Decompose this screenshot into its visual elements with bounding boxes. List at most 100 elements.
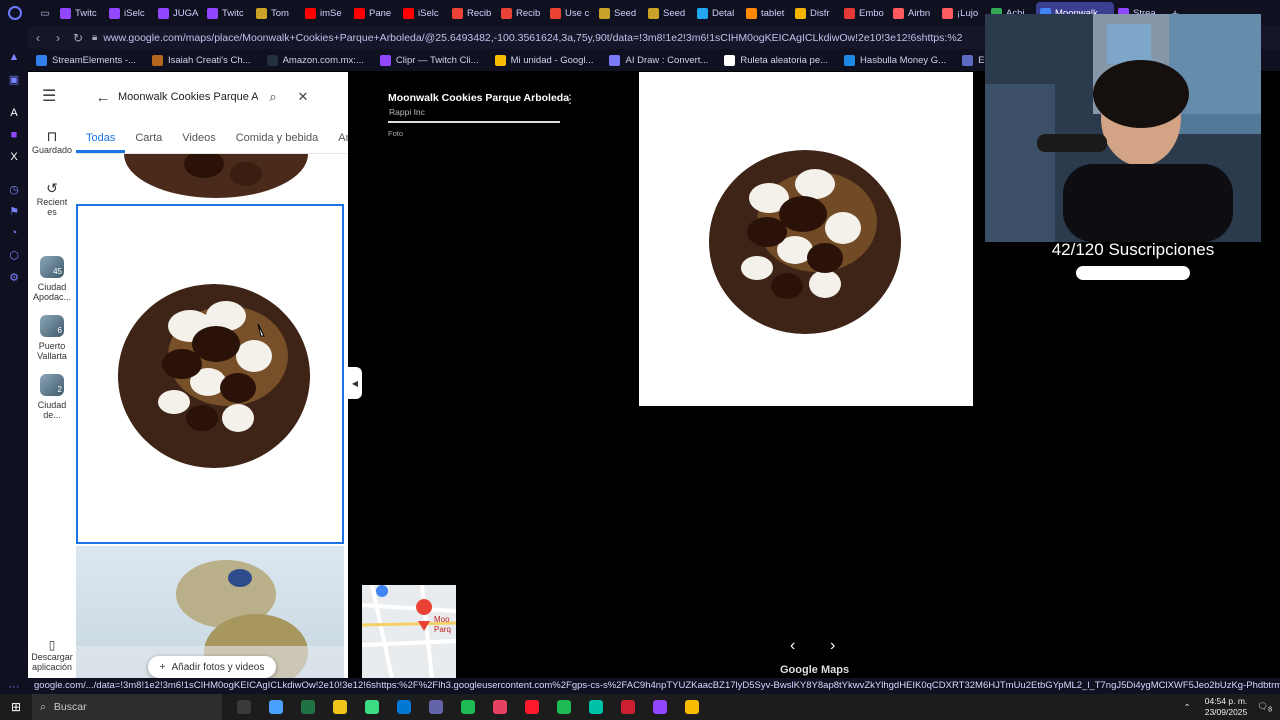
place-title[interactable]: Moonwalk Cookies Parque Arboleda — [388, 92, 569, 104]
windows-start-icon[interactable]: ⊞ — [0, 700, 32, 714]
browser-tab[interactable]: iSelc — [399, 2, 448, 24]
clock-icon[interactable]: ◔ — [0, 222, 28, 244]
browser-tab[interactable]: Use c — [546, 2, 595, 24]
photo-category-tab[interactable]: Carta — [125, 124, 172, 153]
taskbar-app-icon[interactable] — [420, 694, 452, 720]
prev-photo-button[interactable]: ‹ — [790, 637, 795, 655]
browser-tab[interactable]: Twitc — [56, 2, 105, 24]
back-arrow-icon[interactable]: ← — [88, 89, 118, 106]
search-icon[interactable]: ⌕ — [258, 89, 288, 105]
recent-place[interactable]: 45 Ciudad Apodac... — [28, 256, 76, 302]
taskbar-app-icon[interactable] — [228, 694, 260, 720]
add-photos-button[interactable]: + Añadir fotos y videos — [148, 656, 276, 678]
browser-tab[interactable]: Embo — [840, 2, 889, 24]
search-input[interactable]: Moonwalk Cookies Parque Arb — [118, 91, 258, 103]
browser-tab[interactable]: tablet — [742, 2, 791, 24]
photo-category-tab[interactable]: Videos — [172, 124, 225, 153]
browser-tab[interactable]: JUGA — [154, 2, 203, 24]
settings-icon[interactable]: ⚙ — [0, 266, 28, 288]
site-info-icon[interactable]: 🔒︎ — [92, 32, 97, 43]
browser-tab[interactable]: iSelc — [105, 2, 154, 24]
browser-tab[interactable]: Airbn — [889, 2, 938, 24]
menu-icon[interactable]: ☰ — [42, 86, 56, 106]
maps-side-rail: ☰ ⊓ Guardado ↺ Recientes 45 Ciudad Apodac… — [28, 72, 76, 678]
photo-thumb[interactable] — [76, 154, 344, 202]
photo-category-tab[interactable]: Comida y bebida — [226, 124, 329, 153]
google-maps-logo: Google Maps — [780, 664, 850, 676]
recent-place[interactable]: 6 Puerto Vallarta — [28, 315, 76, 361]
taskbar-search[interactable]: ⌕ Buscar — [32, 694, 222, 720]
photo-thumb-selected[interactable] — [76, 204, 344, 544]
photo-category-tab[interactable]: Todas — [76, 124, 126, 153]
browser-tab[interactable]: Disfr — [791, 2, 840, 24]
taskbar-app-icon[interactable] — [644, 694, 676, 720]
taskbar-app-icon[interactable] — [388, 694, 420, 720]
url-field[interactable]: www.google.com/maps/place/Moonwalk+Cooki… — [103, 32, 963, 44]
clock[interactable]: 04:54 p. m. 23/09/2025 — [1205, 696, 1248, 718]
bookmark-item[interactable]: Hasbulla Money G... — [836, 54, 954, 66]
opera-a-icon[interactable]: A — [0, 102, 28, 124]
close-icon[interactable]: ✕ — [288, 89, 318, 105]
photo-category-tab[interactable]: Amb — [328, 124, 348, 153]
workspace-icon[interactable]: ▭ — [30, 2, 56, 24]
aria-icon[interactable]: ▲ — [0, 46, 28, 68]
x-icon[interactable]: X — [0, 146, 28, 168]
tab-label: ¡Lujo — [957, 7, 979, 19]
reload-icon[interactable]: ↻ — [68, 31, 88, 45]
taskbar-app-icon[interactable] — [356, 694, 388, 720]
taskbar-app-icon[interactable] — [516, 694, 548, 720]
browser-tab[interactable]: Recib — [497, 2, 546, 24]
twitch-icon[interactable]: ■ — [0, 124, 28, 146]
mini-map[interactable]: Moo Parq — [362, 585, 456, 678]
bookmark-item[interactable]: Amazon.com.mx:... — [259, 54, 372, 66]
taskbar-app-icon[interactable] — [580, 694, 612, 720]
next-photo-button[interactable]: › — [830, 637, 835, 655]
taskbar-app-icon[interactable] — [676, 694, 708, 720]
tab-label: Use c — [565, 7, 590, 19]
browser-tab[interactable]: Recib — [448, 2, 497, 24]
collapse-panel-button[interactable]: ◀ — [348, 367, 362, 399]
tab-label: iSelc — [418, 7, 439, 19]
bookmark-item[interactable]: Clipr — Twitch Cli... — [372, 54, 487, 66]
browser-tab[interactable]: Twitc — [203, 2, 252, 24]
taskbar-app-icon[interactable] — [452, 694, 484, 720]
bookmark-item[interactable]: Ruleta aleatoria pe... — [716, 54, 836, 66]
pin-icon[interactable]: ⚑ — [0, 200, 28, 222]
taskbar-app-icon[interactable] — [484, 694, 516, 720]
browser-tab[interactable]: imSe — [301, 2, 350, 24]
twitch-sidebar-icon[interactable]: ▣ — [0, 68, 28, 90]
download-app-button[interactable]: ▯ Descargar aplicación — [28, 638, 76, 678]
opera-menu-icon[interactable] — [0, 0, 30, 26]
taskbar-app-icon[interactable] — [324, 694, 356, 720]
saved-button[interactable]: ⊓ Guardado — [28, 128, 76, 155]
bookmark-item[interactable]: StreamElements -... — [28, 54, 144, 66]
browser-tab[interactable]: Seed — [595, 2, 644, 24]
bookmark-item[interactable]: AI Draw : Convert... — [601, 54, 716, 66]
browser-tab[interactable]: Tom — [252, 2, 301, 24]
more-options-icon[interactable]: ⋮ — [564, 92, 576, 106]
extensions-icon[interactable]: ⬡ — [0, 244, 28, 266]
tab-favicon-icon — [550, 7, 561, 19]
bookmark-item[interactable]: Mi unidad - Googl... — [487, 54, 602, 66]
browser-tab[interactable]: ¡Lujo — [938, 2, 987, 24]
tab-label: Detal — [712, 7, 735, 19]
taskbar-app-icon[interactable] — [548, 694, 580, 720]
chevron-up-icon[interactable]: ⌃ — [1184, 702, 1191, 713]
main-photo[interactable] — [639, 72, 973, 406]
browser-tab[interactable]: Pane — [350, 2, 399, 24]
app-glyph-icon — [461, 700, 475, 714]
bookmark-favicon-icon — [266, 54, 278, 66]
webcam-feed — [985, 14, 1261, 242]
taskbar-app-icon[interactable] — [612, 694, 644, 720]
bookmark-item[interactable]: Isaiah Creati's Ch... — [144, 54, 259, 66]
taskbar-app-icon[interactable] — [260, 694, 292, 720]
taskbar-app-icon[interactable] — [292, 694, 324, 720]
browser-tab[interactable]: Seed — [644, 2, 693, 24]
recent-button[interactable]: ↺ Recientes — [28, 180, 76, 217]
back-icon[interactable]: ‹ — [28, 31, 48, 45]
history-icon[interactable]: ◷ — [0, 178, 28, 200]
browser-tab[interactable]: Detal — [693, 2, 742, 24]
forward-icon[interactable]: › — [48, 31, 68, 45]
recent-place[interactable]: 2 Ciudad de... — [28, 374, 76, 420]
notifications-icon[interactable]: 🗨︎8 — [1257, 701, 1272, 714]
